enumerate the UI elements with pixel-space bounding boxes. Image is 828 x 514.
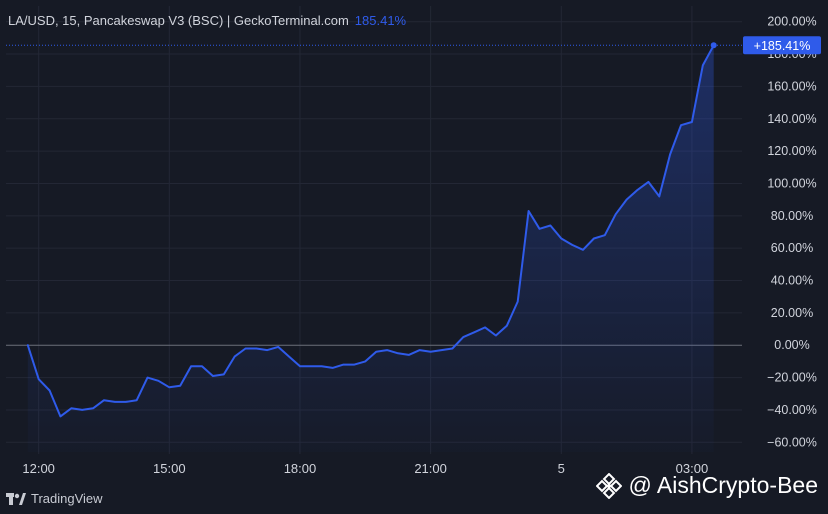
last-value-marker: +185.41% xyxy=(6,36,821,55)
diamond-logo-icon xyxy=(596,472,623,499)
x-tick-label: 18:00 xyxy=(284,461,317,476)
y-tick-label: −20.00% xyxy=(767,371,817,385)
x-tick-label: 12:00 xyxy=(22,461,55,476)
watermark-text: @ AishCrypto-Bee xyxy=(628,472,818,498)
y-tick-label: 160.00% xyxy=(767,79,816,93)
change-percent: 185.41% xyxy=(354,13,407,28)
y-tick-label: −60.00% xyxy=(767,435,817,449)
y-tick-label: 20.00% xyxy=(771,306,813,320)
y-tick-label: 120.00% xyxy=(767,144,816,158)
y-tick-label: 140.00% xyxy=(767,112,816,126)
last-point xyxy=(710,42,717,49)
tradingview-brand[interactable]: TradingView xyxy=(6,491,103,506)
x-tick-label: 15:00 xyxy=(153,461,186,476)
y-tick-label: 100.00% xyxy=(767,176,816,190)
y-tick-label: 80.00% xyxy=(771,209,813,223)
chart-header: LA/USD, 15, Pancakeswap V3 (BSC) | Gecko… xyxy=(8,13,406,28)
chart-title: LA/USD, 15, Pancakeswap V3 (BSC) | Gecko… xyxy=(8,13,349,28)
y-tick-label: −40.00% xyxy=(767,403,817,417)
y-tick-label: 40.00% xyxy=(771,274,813,288)
last-value-label: +185.41% xyxy=(754,39,811,53)
x-tick-label: 5 xyxy=(558,461,565,476)
tradingview-logo-icon xyxy=(6,492,26,505)
watermark: @ AishCrypto-Bee xyxy=(596,472,818,499)
y-tick-label: 0.00% xyxy=(774,338,809,352)
y-tick-label: 200.00% xyxy=(767,15,816,29)
x-tick-label: 21:00 xyxy=(414,461,447,476)
y-tick-label: 60.00% xyxy=(771,241,813,255)
price-chart: 200.00%180.00%160.00%140.00%120.00%100.0… xyxy=(6,6,821,476)
y-axis: 200.00%180.00%160.00%140.00%120.00%100.0… xyxy=(767,15,817,450)
tradingview-label: TradingView xyxy=(31,491,103,506)
